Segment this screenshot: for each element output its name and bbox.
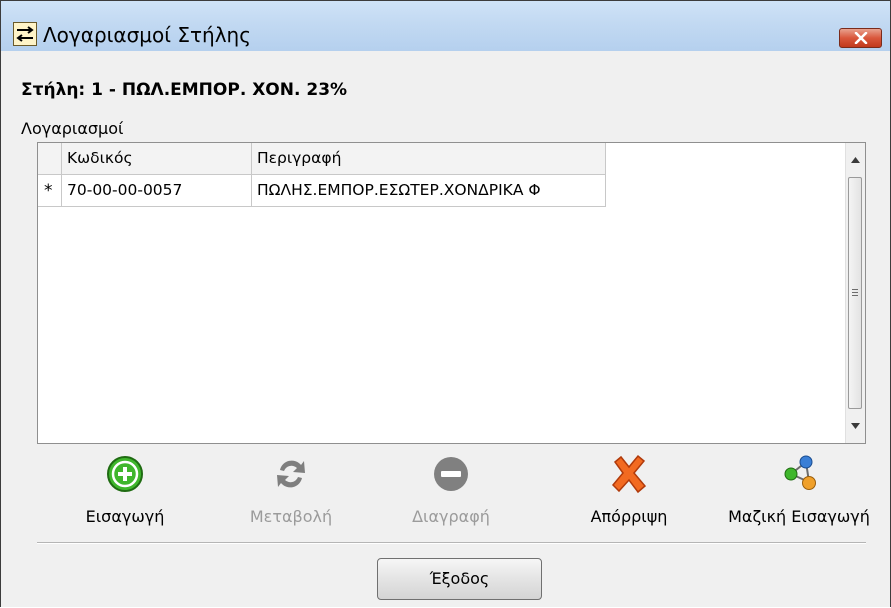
molecule-nodes-icon	[784, 455, 816, 490]
accounts-dialog: Λογαριασμοί Στήλης Στήλη: 1 - ΠΩΛ.ΕΜΠΟΡ.…	[0, 0, 891, 607]
insert-button[interactable]: Εισαγωγή	[73, 454, 177, 534]
plus-circle-icon	[107, 456, 143, 492]
modify-button[interactable]: Μεταβολή	[239, 454, 343, 534]
column-heading: Στήλη: 1 - ΠΩΛ.ΕΜΠΟΡ. ΧΟΝ. 23%	[21, 80, 348, 100]
red-x-icon	[611, 454, 647, 494]
vertical-scrollbar[interactable]	[845, 143, 865, 443]
discard-label: Απόρριψη	[590, 507, 668, 526]
modify-label: Μεταβολή	[249, 507, 333, 526]
header-description[interactable]: Περιγραφή	[252, 143, 606, 174]
accounts-label: Λογαριασμοί	[21, 119, 124, 138]
title-bar[interactable]: Λογαριασμοί Στήλης	[1, 1, 890, 51]
window-title: Λογαριασμοί Στήλης	[43, 23, 251, 47]
scroll-down-arrow-icon[interactable]	[850, 421, 861, 431]
header-indicator-cell	[38, 143, 62, 174]
header-code[interactable]: Κωδικός	[62, 143, 252, 174]
delete-button[interactable]: Διαγραφή	[393, 454, 509, 534]
swap-arrows-icon	[13, 22, 37, 46]
bulk-insert-button[interactable]: Μαζική Εισαγωγή	[721, 454, 877, 534]
new-row-marker: *	[44, 181, 53, 201]
close-button[interactable]	[839, 28, 882, 48]
refresh-icon	[277, 460, 305, 488]
footer-separator	[37, 542, 866, 543]
accounts-grid[interactable]: Κωδικός Περιγραφή * 70-00-00-0057 ΠΩΛΗΣ.…	[37, 142, 866, 444]
delete-label: Διαγραφή	[412, 507, 490, 526]
bulk-insert-label: Μαζική Εισαγωγή	[728, 507, 870, 526]
row-indicator: *	[38, 175, 62, 206]
grip-line	[852, 289, 858, 290]
cell-code[interactable]: 70-00-00-0057	[62, 175, 252, 206]
scroll-up-arrow-icon[interactable]	[850, 155, 861, 165]
scroll-thumb[interactable]	[848, 177, 862, 409]
discard-button[interactable]: Απόρριψη	[577, 454, 681, 534]
cell-description[interactable]: ΠΩΛΗΣ.ΕΜΠΟΡ.ΕΣΩΤΕΡ.ΧΟΝΔΡΙΚΑ Φ	[252, 175, 606, 206]
close-x-icon	[854, 32, 868, 44]
grid-header: Κωδικός Περιγραφή	[38, 143, 606, 175]
minus-circle-icon	[434, 457, 468, 491]
table-row[interactable]: * 70-00-00-0057 ΠΩΛΗΣ.ΕΜΠΟΡ.ΕΣΩΤΕΡ.ΧΟΝΔΡ…	[38, 175, 606, 207]
insert-label: Εισαγωγή	[85, 507, 165, 526]
grip-line	[852, 295, 858, 296]
grip-line	[852, 292, 858, 293]
exit-button[interactable]: Έξοδος	[377, 558, 542, 600]
